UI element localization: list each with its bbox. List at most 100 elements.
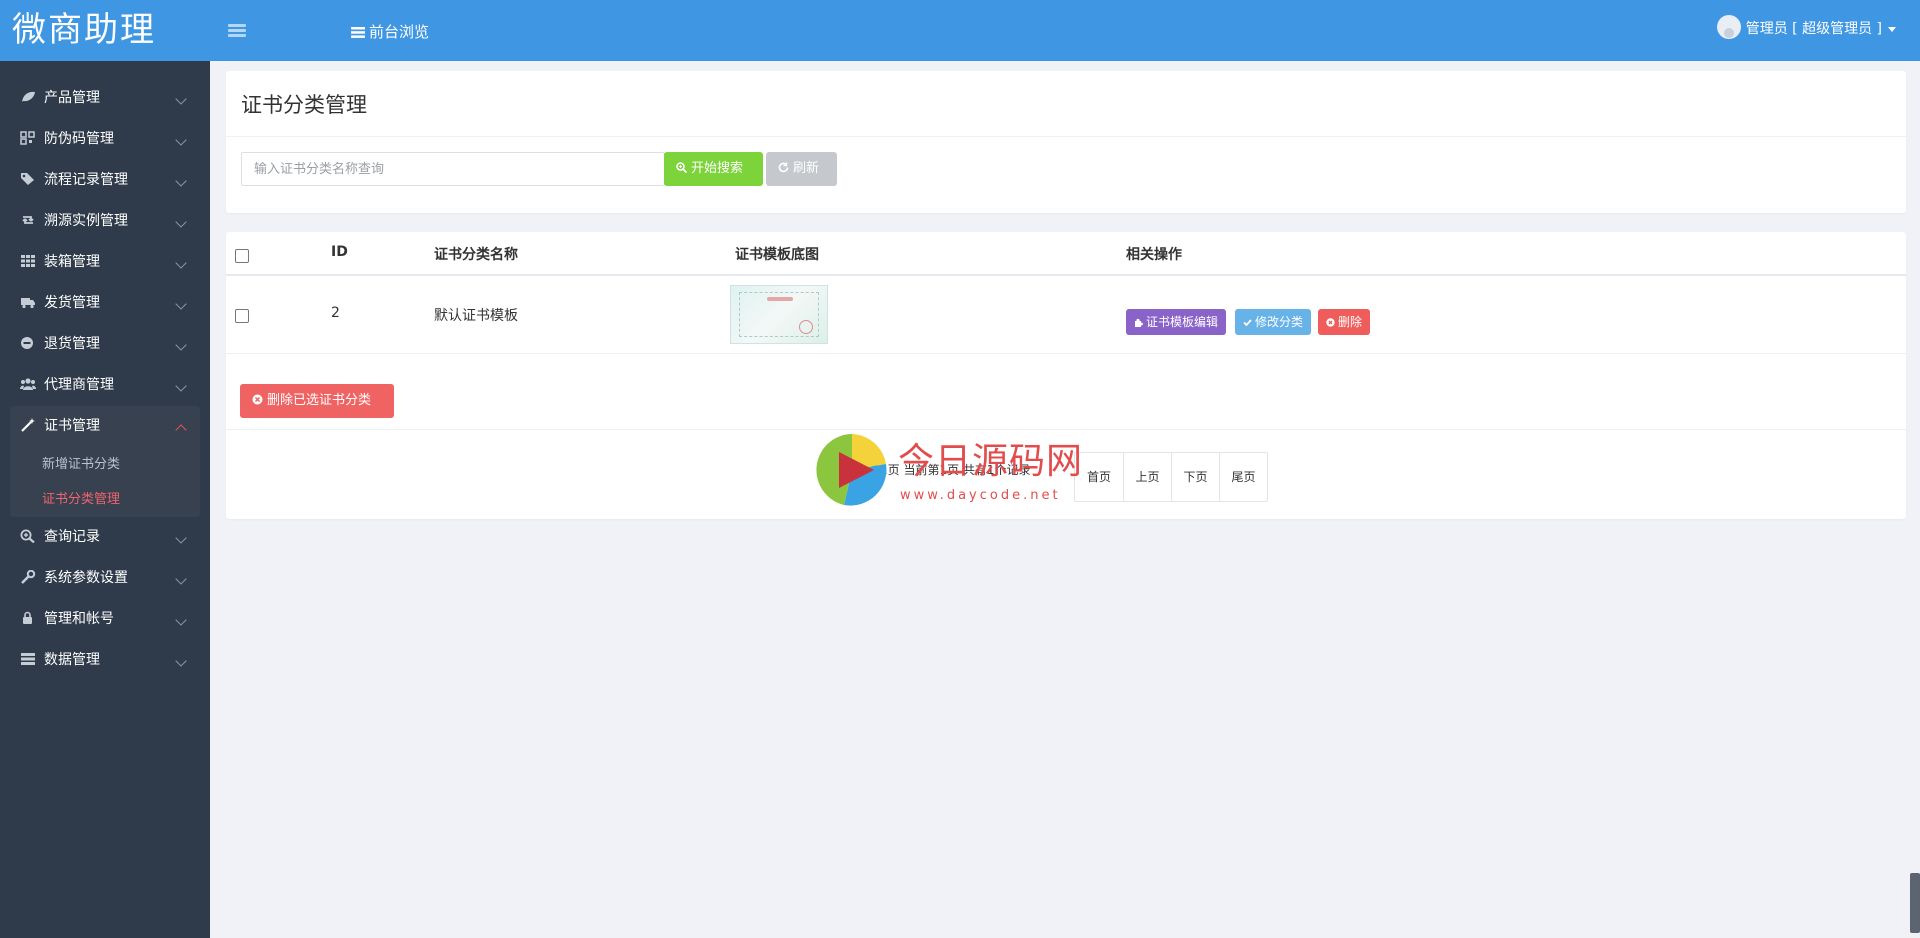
column-header-name: 证书分类名称 <box>434 247 518 263</box>
bulk-delete-label: 删除已选证书分类 <box>267 393 372 408</box>
chevron-down-icon <box>175 380 187 392</box>
sidebar-item-trace-instances[interactable]: 溯源实例管理 <box>0 201 210 242</box>
divider <box>226 429 1906 430</box>
page-next[interactable]: 下页 <box>1171 453 1219 501</box>
search-panel: 证书分类管理 开始搜索 刷新 <box>226 71 1906 213</box>
page-prev[interactable]: 上页 <box>1123 453 1171 501</box>
delete-label: 删除 <box>1338 315 1363 329</box>
check-icon <box>1243 319 1252 327</box>
sidebar-subitem-category-manage[interactable]: 证书分类管理 <box>10 482 200 517</box>
server-icon <box>21 653 35 665</box>
close-circle-icon <box>252 394 263 405</box>
chevron-down-icon <box>175 655 187 667</box>
sidebar-item-system-settings[interactable]: 系统参数设置 <box>0 558 210 599</box>
chevron-down-icon <box>175 573 187 585</box>
scroll-widget[interactable] <box>1910 873 1920 933</box>
search-button[interactable]: 开始搜索 <box>664 152 763 186</box>
users-icon <box>20 378 36 390</box>
menu-toggle-icon[interactable] <box>226 20 250 40</box>
chevron-down-icon <box>175 134 187 146</box>
sidebar-item-label: 发货管理 <box>44 295 100 311</box>
front-browse-link[interactable]: 前台浏览 <box>351 0 429 61</box>
retweet-icon <box>22 216 34 224</box>
refresh-button-label: 刷新 <box>793 161 820 176</box>
sidebar-item-products[interactable]: 产品管理 <box>0 78 210 119</box>
search-plus-icon <box>676 162 687 173</box>
column-header-id: ID <box>331 244 348 260</box>
chevron-down-icon <box>175 257 187 269</box>
chevron-down-icon <box>175 298 187 310</box>
chevron-down-icon <box>175 93 187 105</box>
sidebar-item-process-records[interactable]: 流程记录管理 <box>0 160 210 201</box>
chevron-down-icon <box>175 175 187 187</box>
sidebar-item-data[interactable]: 数据管理 <box>0 640 210 681</box>
avatar <box>1716 15 1741 39</box>
sidebar-item-label: 产品管理 <box>44 90 100 106</box>
page-title: 证书分类管理 <box>241 93 367 117</box>
leaf-icon <box>22 91 35 102</box>
brand-logo[interactable]: 微商助理 <box>0 0 210 61</box>
wrench-icon <box>21 570 36 584</box>
sidebar-item-label: 代理商管理 <box>44 377 114 393</box>
sidebar-group-certificates: 证书管理 新增证书分类 证书分类管理 <box>10 406 200 517</box>
sidebar-item-agents[interactable]: 代理商管理 <box>0 365 210 406</box>
chevron-down-icon <box>175 339 187 351</box>
row-id: 2 <box>331 305 340 321</box>
edit-template-button[interactable]: 证书模板编辑 <box>1126 309 1227 335</box>
sidebar-item-label: 退货管理 <box>44 336 100 352</box>
watermark-url: www.daycode.net <box>900 488 1061 503</box>
table-row: 2 默认证书模板 证书模板编辑 修改分类 删除 <box>226 276 1906 354</box>
sidebar-item-query-records[interactable]: 查询记录 <box>0 517 210 558</box>
chevron-down-icon <box>175 614 187 626</box>
refresh-button[interactable]: 刷新 <box>766 152 837 186</box>
select-all-checkbox[interactable] <box>235 249 249 263</box>
row-name: 默认证书模板 <box>434 308 518 324</box>
sidebar-item-label: 数据管理 <box>44 652 100 668</box>
sidebar-item-shipping[interactable]: 发货管理 <box>0 283 210 324</box>
sidebar-item-label: 管理和帐号 <box>44 611 114 627</box>
truck-icon <box>21 298 35 309</box>
chevron-down-icon <box>175 532 187 544</box>
edit-category-label: 修改分类 <box>1255 315 1304 329</box>
sidebar-item-certificates[interactable]: 证书管理 <box>10 406 200 447</box>
sidebar-item-label: 系统参数设置 <box>44 570 128 586</box>
magic-wand-icon <box>21 418 35 432</box>
sidebar-item-anticounterfeit[interactable]: 防伪码管理 <box>0 119 210 160</box>
close-circle-icon <box>1326 318 1335 327</box>
row-checkbox[interactable] <box>235 309 249 323</box>
sidebar-item-label: 防伪码管理 <box>44 131 114 147</box>
sidebar-item-label: 证书管理 <box>44 418 100 434</box>
sidebar-item-accounts[interactable]: 管理和帐号 <box>0 599 210 640</box>
search-button-label: 开始搜索 <box>691 161 744 176</box>
grid-icon <box>21 255 35 267</box>
sidebar-item-label: 装箱管理 <box>44 254 100 270</box>
search-plus-icon <box>20 529 35 543</box>
edit-category-button[interactable]: 修改分类 <box>1235 309 1312 335</box>
user-label: 管理员 [ 超级管理员 ] <box>1745 21 1882 37</box>
sidebar-item-packing[interactable]: 装箱管理 <box>0 242 210 283</box>
sidebar-item-label: 查询记录 <box>44 529 100 545</box>
search-input[interactable] <box>241 152 665 186</box>
certificate-template-thumbnail[interactable] <box>730 285 828 344</box>
sidebar-item-returns[interactable]: 退货管理 <box>0 324 210 365</box>
list-icon <box>351 27 365 38</box>
front-browse-label: 前台浏览 <box>369 23 430 41</box>
bulk-delete-button[interactable]: 删除已选证书分类 <box>240 384 394 418</box>
sidebar-item-label: 流程记录管理 <box>44 172 128 188</box>
user-menu[interactable]: 管理员 [ 超级管理员 ] <box>1716 0 1896 61</box>
edit-template-label: 证书模板编辑 <box>1146 315 1219 329</box>
chevron-down-icon <box>175 216 187 228</box>
page-last[interactable]: 尾页 <box>1219 453 1267 501</box>
minus-circle-icon <box>21 337 33 349</box>
sidebar-subitem-add-category[interactable]: 新增证书分类 <box>10 447 200 482</box>
column-header-actions: 相关操作 <box>1126 247 1182 263</box>
qrcode-icon <box>20 131 35 145</box>
delete-button[interactable]: 删除 <box>1318 309 1371 335</box>
caret-down-icon <box>1888 26 1896 32</box>
top-navbar: 微商助理 前台浏览 管理员 [ 超级管理员 ] <box>0 0 1920 61</box>
watermark: 今日源码网 www.daycode.net <box>814 432 1114 508</box>
sidebar-item-label: 溯源实例管理 <box>44 213 128 229</box>
refresh-icon <box>778 162 789 173</box>
table-header: ID 证书分类名称 证书模板底图 相关操作 <box>226 232 1906 276</box>
divider <box>226 136 1906 137</box>
